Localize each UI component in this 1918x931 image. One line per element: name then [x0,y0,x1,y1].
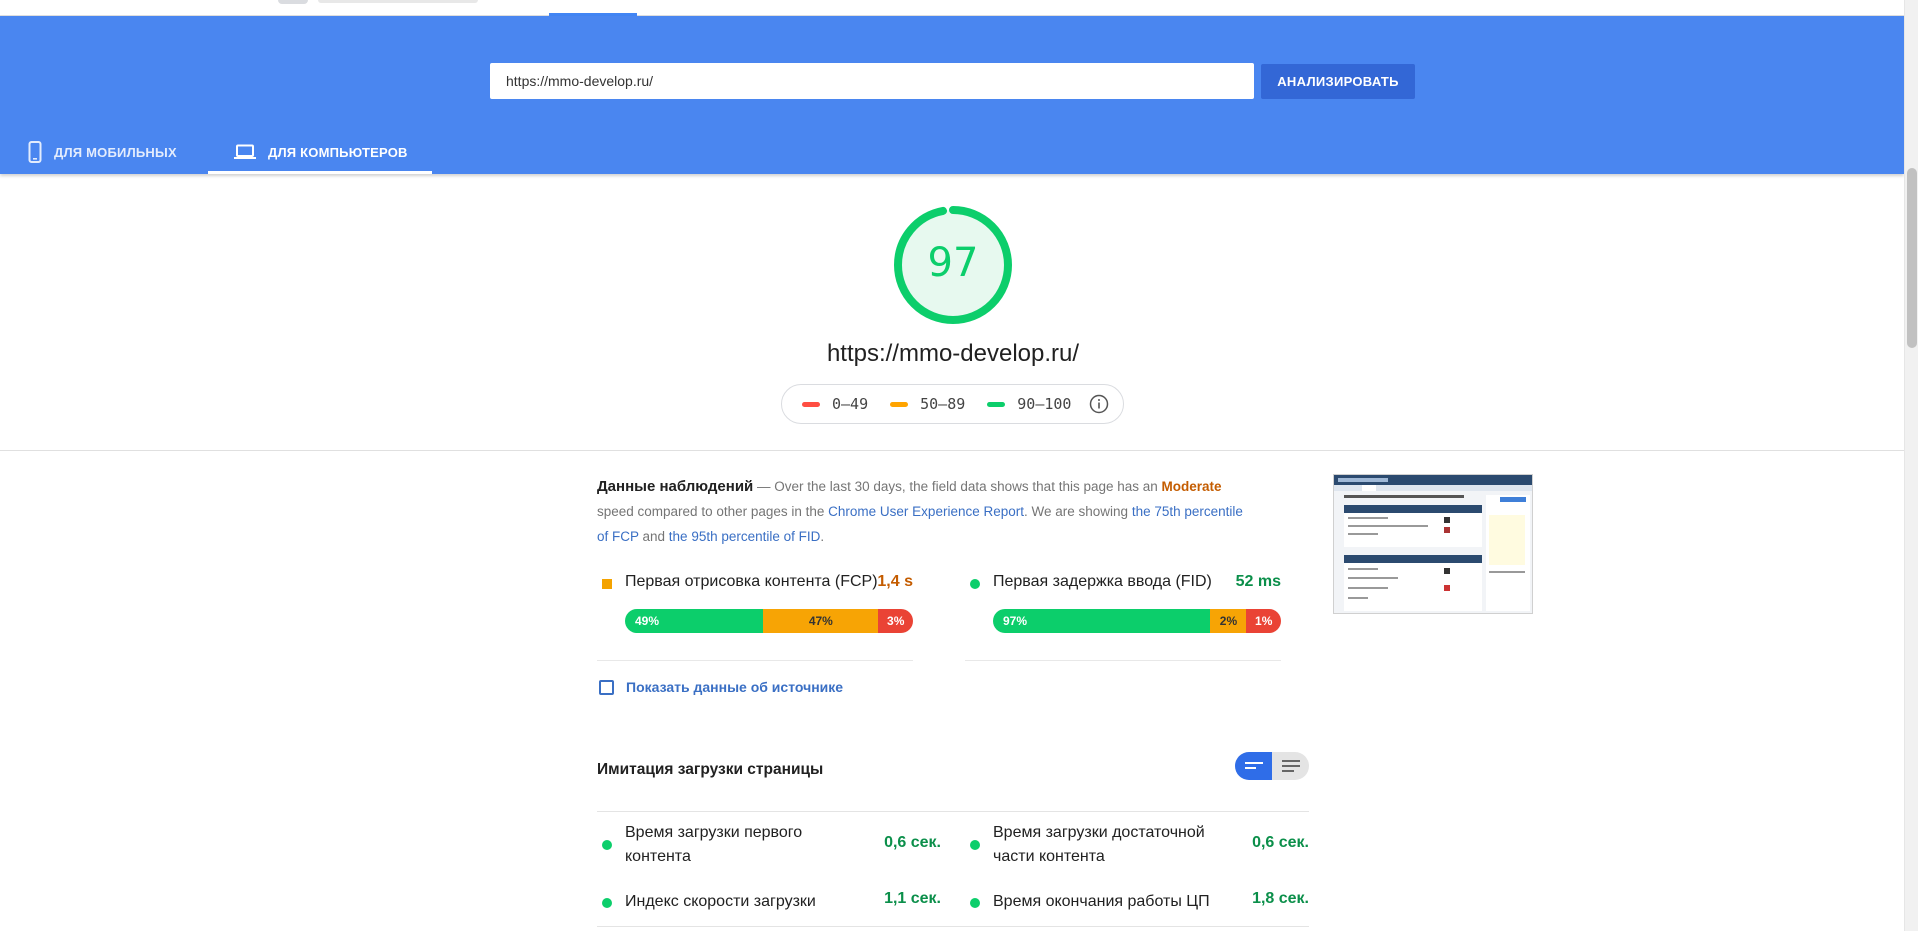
pass-dot-icon [970,579,980,589]
fid-percentile-link[interactable]: the 95th percentile of FID [669,529,821,544]
field-text-4: and [638,529,669,544]
browser-top-strip [0,0,1904,16]
url-input[interactable] [490,63,1254,99]
field-text-1: — Over the last 30 days, the field data … [753,479,1162,494]
pass-dot-icon [602,898,612,908]
lab-data-heading: Имитация загрузки страницы [597,761,824,778]
page-screenshot-thumbnail [1333,474,1533,614]
metric-value: 0,6 сек. [1252,834,1309,851]
metric-title: Время загрузки первого контента [625,824,803,865]
metric-value: 52 ms [1235,573,1281,590]
lab-metric-fmp: Время загрузки достаточной части контент… [965,821,1309,869]
lab-metric-speed-index: Индекс скорости загрузки 1,1 сек. [597,890,941,916]
compact-view-button[interactable] [1235,752,1272,780]
legend-swatch-average [890,401,909,407]
average-square-icon [602,579,612,589]
tab-desktop-label: ДЛЯ КОМПЬЮТЕРОВ [268,144,408,160]
legend-label-pass: 90–100 [1017,395,1072,413]
dist-average: 47% [763,609,879,633]
field-data-description: Данные наблюдений — Over the last 30 day… [597,474,1257,549]
tab-desktop[interactable]: ДЛЯ КОМПЬЮТЕРОВ [208,130,432,174]
active-tab-underline [208,171,432,174]
legend-item-pass: 90–100 [987,395,1071,413]
info-icon[interactable] [1089,394,1109,414]
compact-list-icon [1244,762,1263,769]
metric-value: 1,8 сек. [1252,890,1309,907]
dist-average: 2% [1210,609,1247,633]
dist-fast: 97% [993,609,1211,633]
score-value: 97 [927,240,979,286]
analyzed-url: https://mmo-develop.ru/ [826,340,1080,367]
dist-slow: 1% [1246,609,1281,633]
lab-row-divider [597,811,1309,812]
metric-title: Первая отрисовка контента (FCP) [625,573,878,590]
legend-swatch-pass [987,401,1006,407]
analyze-button[interactable]: АНАЛИЗИРОВАТЬ [1261,64,1415,99]
dist-fast: 49% [625,609,764,633]
checkbox-icon[interactable] [599,679,614,695]
score-legend: 0–49 50–89 90–100 [781,384,1124,424]
metric-title: Время загрузки достаточной части контент… [993,824,1205,865]
lab-metric-cpu-idle: Время окончания работы ЦП 1,8 сек. [965,890,1309,916]
metric-value: 1,1 сек. [884,890,941,907]
vertical-scrollbar[interactable] [1904,0,1918,931]
section-divider [0,450,1904,451]
legend-swatch-fail [802,401,820,407]
tab-mobile[interactable]: ДЛЯ МОБИЛЬНЫХ [28,130,203,174]
top-nav-fragment [318,0,478,3]
crux-report-link[interactable]: Chrome User Experience Report [828,504,1024,519]
smartphone-icon [28,141,42,163]
view-toggle[interactable] [1235,752,1309,780]
metric-value: 0,6 сек. [884,834,941,851]
legend-label-average: 50–89 [920,395,966,413]
pass-dot-icon [970,898,980,908]
scrollbar-thumb[interactable] [1907,168,1917,348]
top-logo-fragment [278,0,308,4]
legend-item-fail: 0–49 [802,395,868,413]
field-metric-fid: Первая задержка ввода (FID) 52 ms 97% 2%… [965,567,1281,661]
laptop-icon [234,144,256,160]
distribution-bar: 49% 47% 3% [625,609,913,633]
field-text-2: speed compared to other pages in the [597,504,829,519]
expanded-list-icon [1281,760,1300,772]
metric-title: Время окончания работы ЦП [993,893,1210,910]
field-data-heading: Данные наблюдений [597,478,754,495]
show-origin-label[interactable]: Показать данные об источнике [626,679,843,695]
legend-item-average: 50–89 [890,395,965,413]
show-origin-checkbox[interactable]: Показать данные об источнике [597,679,843,695]
metric-title: Индекс скорости загрузки [625,893,816,910]
legend-label-fail: 0–49 [832,395,869,413]
pass-dot-icon [970,840,980,850]
field-metric-fcp: Первая отрисовка контента (FCP) 1,4 s 49… [597,567,913,661]
field-text-5: . [820,529,825,544]
header: АНАЛИЗИРОВАТЬ ДЛЯ МОБИЛЬНЫХ ДЛЯ КОМПЬЮТЕ… [0,16,1904,174]
metric-title: Первая задержка ввода (FID) [993,573,1212,590]
lab-row-divider [597,926,1309,927]
field-text-3: . We are showing [1024,504,1132,519]
expanded-view-button[interactable] [1272,752,1309,780]
tab-mobile-label: ДЛЯ МОБИЛЬНЫХ [54,144,177,160]
dist-slow: 3% [878,609,913,633]
pass-dot-icon [602,840,612,850]
lab-metric-fcp: Время загрузки первого контента 0,6 сек. [597,821,941,869]
distribution-bar: 97% 2% 1% [993,609,1281,633]
metric-value: 1,4 s [877,573,913,590]
speed-category: Moderate [1161,479,1222,494]
